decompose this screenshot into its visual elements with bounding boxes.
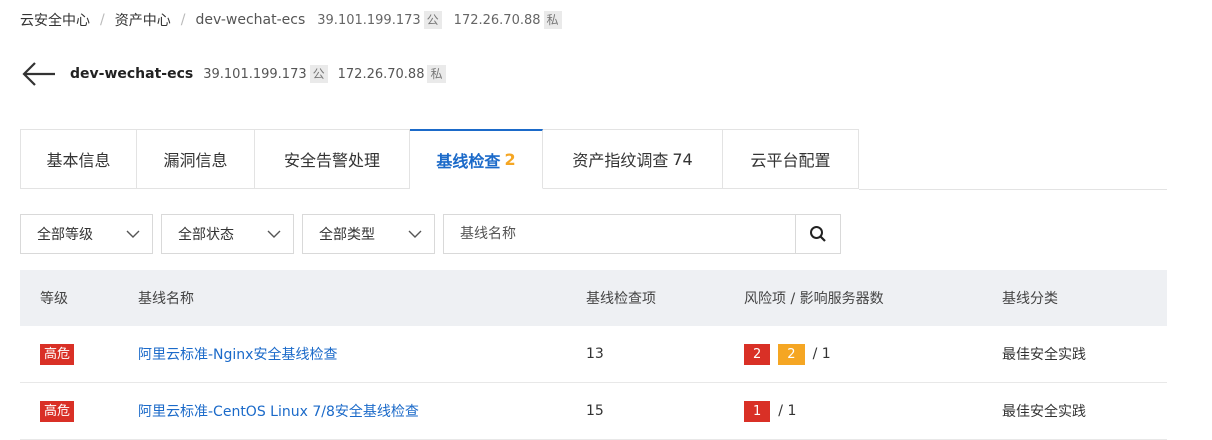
status-filter-select[interactable]: 全部状态 <box>161 214 294 254</box>
breadcrumb-separator: / <box>100 12 105 28</box>
search-button[interactable] <box>795 215 840 253</box>
back-button[interactable] <box>22 60 56 88</box>
affected-servers-count: / 1 <box>778 403 797 419</box>
column-header-level: 等级 <box>40 291 68 307</box>
baseline-name-search-input[interactable] <box>444 215 795 253</box>
chevron-down-icon <box>408 230 422 238</box>
chevron-down-icon <box>267 230 281 238</box>
tab-count-badge: 74 <box>672 149 693 169</box>
breadcrumb: 云安全中心 / 资产中心 / dev-wechat-ecs 39.101.199… <box>20 10 562 30</box>
select-value: 全部状态 <box>178 227 234 243</box>
level-filter-select[interactable]: 全部等级 <box>20 214 153 254</box>
breadcrumb-item-current: dev-wechat-ecs <box>195 12 306 28</box>
column-header-check-items: 基线检查项 <box>586 291 656 307</box>
column-header-name: 基线名称 <box>138 291 194 307</box>
page-header: dev-wechat-ecs 39.101.199.173 公 172.26.7… <box>22 58 446 90</box>
arrow-left-icon <box>22 62 55 86</box>
high-risk-count-badge[interactable]: 1 <box>744 400 771 422</box>
chevron-down-icon <box>126 230 140 238</box>
check-items-count: 15 <box>586 403 604 419</box>
tab-label: 基线检查 <box>436 151 501 171</box>
page-title: dev-wechat-ecs <box>70 66 194 82</box>
breadcrumb-separator: / <box>180 12 186 28</box>
private-ip-tag: 私 <box>427 65 446 83</box>
public-ip-tag: 公 <box>309 65 328 83</box>
select-value: 全部等级 <box>37 227 93 243</box>
filter-bar: 全部等级 全部状态 全部类型 <box>20 213 841 255</box>
level-badge: 高危 <box>40 400 75 422</box>
tab-asset-fingerprint[interactable]: 资产指纹调查 74 <box>543 129 723 189</box>
tab-label: 基本信息 <box>46 151 111 170</box>
table-header: 等级 基线名称 基线检查项 风险项 / 影响服务器数 基线分类 <box>20 270 1167 326</box>
breadcrumb-private-ip: 172.26.70.88 <box>453 12 541 28</box>
tab-bar: 基本信息 漏洞信息 安全告警处理 基线检查 2 资产指纹调查 74 云平台配置 <box>20 129 859 191</box>
tab-label: 云平台配置 <box>750 151 831 170</box>
tab-label: 资产指纹调查 <box>572 151 669 170</box>
column-header-risk: 风险项 / 影响服务器数 <box>744 291 884 307</box>
high-risk-count-badge[interactable]: 2 <box>744 343 771 365</box>
table-row: 高危 阿里云标准-CentOS Linux 7/8安全基线检查 15 1 / 1… <box>20 383 1167 440</box>
public-ip-tag: 公 <box>423 11 442 29</box>
breadcrumb-public-ip: 39.101.199.173 <box>317 12 421 28</box>
select-value: 全部类型 <box>319 227 375 243</box>
tab-basic-info[interactable]: 基本信息 <box>20 129 137 189</box>
baseline-category: 最佳安全实践 <box>1002 404 1086 420</box>
baseline-category: 最佳安全实践 <box>1002 347 1086 363</box>
search-icon <box>810 226 826 242</box>
breadcrumb-item-security-center[interactable]: 云安全中心 <box>20 10 90 30</box>
column-header-category: 基线分类 <box>1002 291 1058 307</box>
search-box <box>443 214 841 254</box>
tab-label: 漏洞信息 <box>163 151 228 170</box>
breadcrumb-item-asset-center[interactable]: 资产中心 <box>115 10 171 30</box>
type-filter-select[interactable]: 全部类型 <box>302 214 435 254</box>
baseline-table: 等级 基线名称 基线检查项 风险项 / 影响服务器数 基线分类 高危 阿里云标准… <box>20 270 1167 440</box>
level-badge: 高危 <box>40 343 75 365</box>
tab-vulnerability-info[interactable]: 漏洞信息 <box>137 129 255 189</box>
tab-divider <box>859 189 1167 190</box>
header-private-ip: 172.26.70.88 <box>337 66 425 82</box>
baseline-name-link[interactable]: 阿里云标准-Nginx安全基线检查 <box>138 347 337 363</box>
medium-risk-count-badge[interactable]: 2 <box>778 343 805 365</box>
tab-baseline-check[interactable]: 基线检查 2 <box>410 129 543 189</box>
tab-security-alerts[interactable]: 安全告警处理 <box>255 129 410 189</box>
baseline-name-link[interactable]: 阿里云标准-CentOS Linux 7/8安全基线检查 <box>138 404 419 420</box>
affected-servers-count: / 1 <box>812 346 831 362</box>
table-row: 高危 阿里云标准-Nginx安全基线检查 13 2 2 / 1 最佳安全实践 <box>20 326 1167 383</box>
header-public-ip: 39.101.199.173 <box>203 66 307 82</box>
tab-label: 安全告警处理 <box>283 151 380 170</box>
tab-cloud-platform-config[interactable]: 云平台配置 <box>723 129 859 189</box>
tab-count-badge: 2 <box>504 150 516 169</box>
check-items-count: 13 <box>586 346 604 362</box>
private-ip-tag: 私 <box>543 11 562 29</box>
